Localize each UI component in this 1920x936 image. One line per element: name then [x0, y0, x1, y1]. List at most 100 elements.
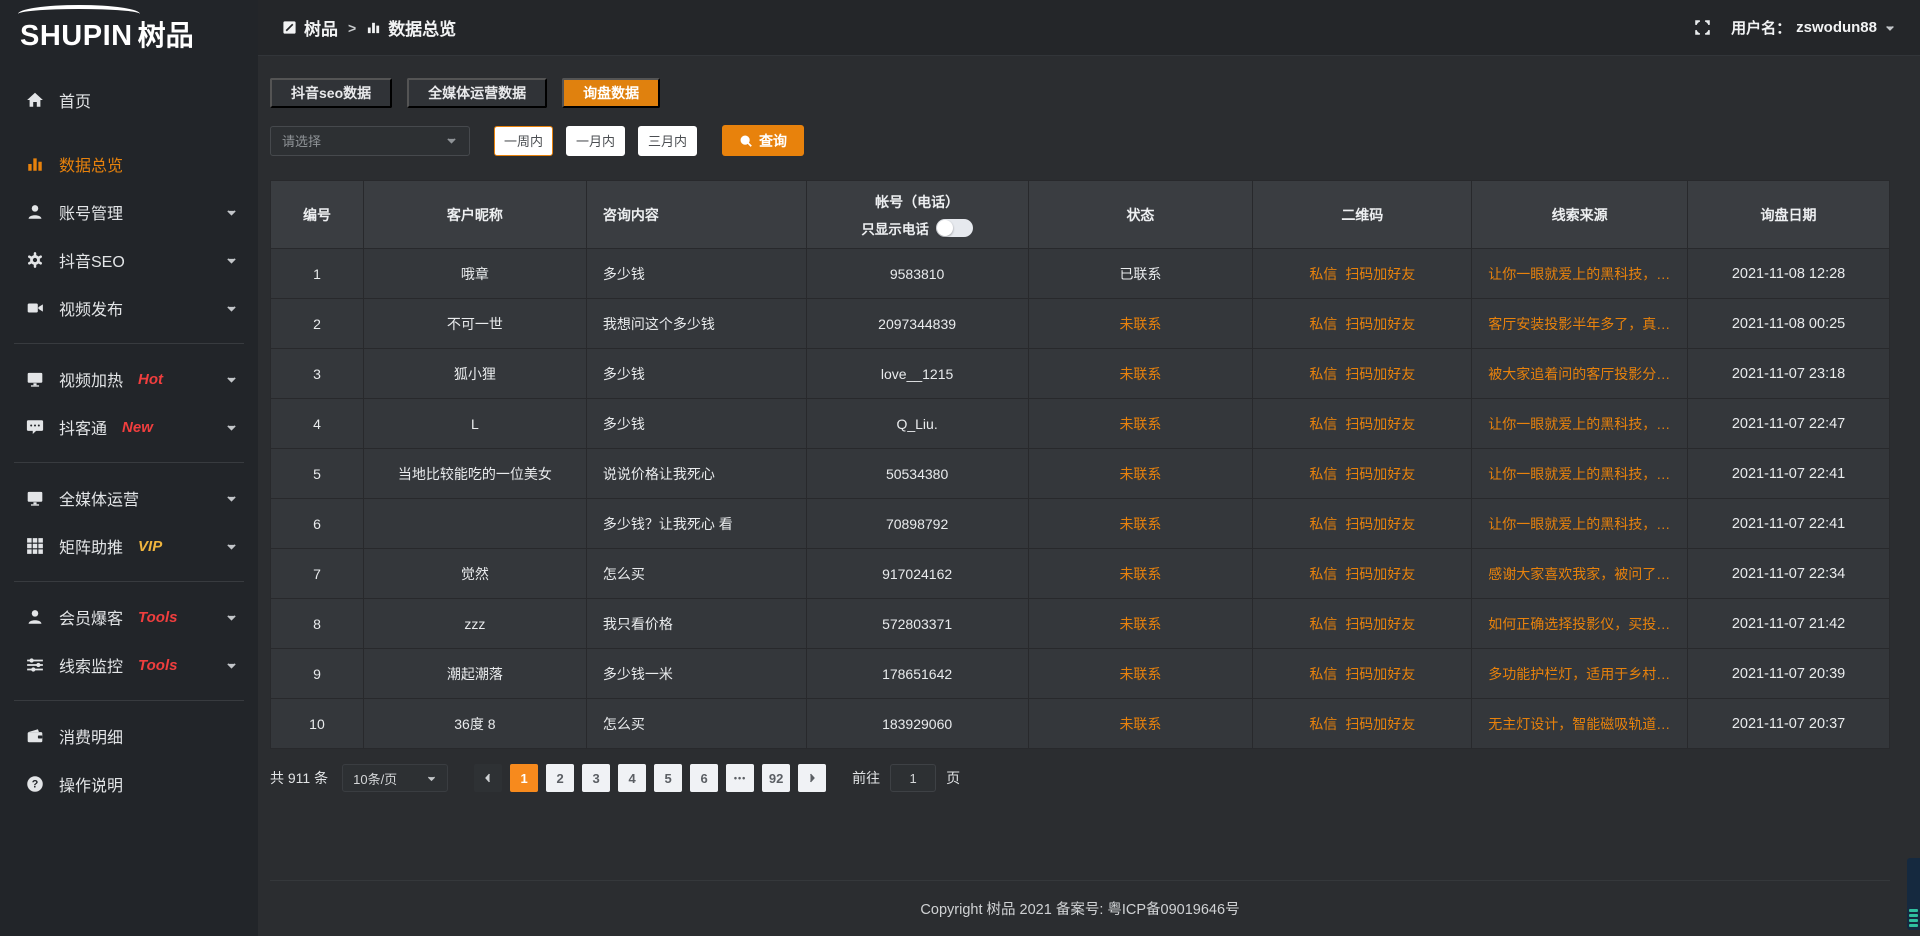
goto-page-input[interactable] — [890, 764, 936, 792]
row-date: 2021-11-07 22:34 — [1688, 549, 1890, 599]
sidebar-item-account-manage[interactable]: 账号管理 — [0, 188, 258, 236]
page-button-2[interactable]: 2 — [546, 764, 574, 792]
row-source-link[interactable]: 多功能护栏灯，适用于乡村文... — [1472, 649, 1688, 699]
qr-scan-add-friend-link[interactable]: 扫码加好友 — [1345, 266, 1415, 282]
row-date: 2021-11-08 12:28 — [1688, 249, 1890, 299]
prev-page-button[interactable] — [474, 764, 502, 792]
qr-scan-add-friend-link[interactable]: 扫码加好友 — [1345, 366, 1415, 382]
qr-private-message-link[interactable]: 私信 — [1309, 566, 1337, 582]
sidebar-item-member-burst[interactable]: 会员爆客Tools — [0, 593, 258, 641]
row-source-link[interactable]: 客厅安装投影半年多了，真实... — [1472, 299, 1688, 349]
query-button[interactable]: 查询 — [722, 125, 804, 156]
sidebar-item-lead-monitor[interactable]: 线索监控Tools — [0, 641, 258, 689]
qr-private-message-link[interactable]: 私信 — [1309, 616, 1337, 632]
row-qr-links: 私信扫码加好友 — [1253, 649, 1472, 699]
qr-scan-add-friend-link[interactable]: 扫码加好友 — [1345, 416, 1415, 432]
user-menu[interactable]: 用户名：zswodun88 — [1731, 17, 1896, 38]
chevron-down-icon — [225, 206, 238, 219]
sidebar-item-label: 账号管理 — [59, 200, 123, 224]
sidebar-item-matrix-boost[interactable]: 矩阵助推VIP — [0, 522, 258, 570]
col-header-account-title: 帐号（电话） — [807, 192, 1028, 212]
wallet-icon — [26, 727, 44, 745]
sidebar-item-video-heat[interactable]: 视频加热Hot — [0, 355, 258, 403]
row-id: 2 — [271, 299, 364, 349]
qr-private-message-link[interactable]: 私信 — [1309, 516, 1337, 532]
range-button-2[interactable]: 三月内 — [638, 126, 697, 156]
row-nickname: 哦章 — [363, 249, 586, 299]
sidebar-item-douketong[interactable]: 抖客通New — [0, 403, 258, 451]
row-nickname: 觉然 — [363, 549, 586, 599]
range-button-0[interactable]: 一周内 — [494, 126, 553, 156]
phone-only-toggle[interactable] — [936, 219, 973, 237]
row-nickname: L — [363, 399, 586, 449]
qr-private-message-link[interactable]: 私信 — [1309, 366, 1337, 382]
svg-text:?: ? — [32, 779, 39, 791]
page-button-1[interactable]: 1 — [510, 764, 538, 792]
row-source-link[interactable]: 如何正确选择投影仪，买投影... — [1472, 599, 1688, 649]
row-source-link[interactable]: 感谢大家喜欢我家，被问了好... — [1472, 549, 1688, 599]
row-source-link[interactable]: 被大家追着问的客厅投影分享... — [1472, 349, 1688, 399]
username-value: zswodun88 — [1796, 19, 1877, 36]
row-source-link[interactable]: 让你一眼就爱上的黑科技，能... — [1472, 249, 1688, 299]
qr-private-message-link[interactable]: 私信 — [1309, 316, 1337, 332]
row-source-link[interactable]: 无主灯设计，智能磁吸轨道灯... — [1472, 699, 1688, 749]
page-button-4[interactable]: 4 — [618, 764, 646, 792]
table-row: 9潮起潮落多少钱一米178651642未联系私信扫码加好友多功能护栏灯，适用于乡… — [271, 649, 1890, 699]
sidebar-item-video-publish[interactable]: 视频发布 — [0, 284, 258, 332]
qr-private-message-link[interactable]: 私信 — [1309, 716, 1337, 732]
video-icon — [26, 299, 44, 317]
row-source-link[interactable]: 让你一眼就爱上的黑科技，能... — [1472, 449, 1688, 499]
filter-select[interactable]: 请选择 — [270, 126, 470, 156]
chevron-down-icon — [225, 659, 238, 672]
more-pages-button[interactable]: ••• — [726, 764, 754, 792]
tab-button-1[interactable]: 全媒体运营数据 — [407, 78, 547, 108]
tab-button-2[interactable]: 询盘数据 — [562, 78, 660, 108]
row-source-link[interactable]: 让你一眼就爱上的黑科技，能... — [1472, 399, 1688, 449]
qr-scan-add-friend-link[interactable]: 扫码加好友 — [1345, 666, 1415, 682]
qr-scan-add-friend-link[interactable]: 扫码加好友 — [1345, 466, 1415, 482]
question-icon: ? — [26, 775, 44, 793]
next-page-button[interactable] — [798, 764, 826, 792]
page-size-select[interactable]: 10条/页 — [342, 764, 448, 792]
row-date: 2021-11-08 00:25 — [1688, 299, 1890, 349]
inquiry-table: 编号 客户昵称 咨询内容 帐号（电话） 只显示电话 状态 二维码 线索来源 — [270, 180, 1890, 749]
qr-scan-add-friend-link[interactable]: 扫码加好友 — [1345, 316, 1415, 332]
qr-private-message-link[interactable]: 私信 — [1309, 466, 1337, 482]
main-area: 树品 > 数据总览 用户名：zswodun88 抖音seo数据全媒体运营数据询盘… — [258, 0, 1920, 936]
qr-scan-add-friend-link[interactable]: 扫码加好友 — [1345, 716, 1415, 732]
sidebar-item-omni-media[interactable]: 全媒体运营 — [0, 474, 258, 522]
sidebar-item-help[interactable]: ?操作说明 — [0, 760, 258, 808]
range-button-1[interactable]: 一月内 — [566, 126, 625, 156]
row-source-link[interactable]: 让你一眼就爱上的黑科技，能... — [1472, 499, 1688, 549]
sidebar-item-home[interactable]: 首页 — [0, 76, 258, 124]
qr-scan-add-friend-link[interactable]: 扫码加好友 — [1345, 516, 1415, 532]
row-account: Q_Liu. — [806, 399, 1028, 449]
row-status: 未联系 — [1028, 299, 1253, 349]
row-account: 50534380 — [806, 449, 1028, 499]
sidebar-item-label: 全媒体运营 — [59, 486, 139, 510]
sidebar-item-label: 会员爆客 — [59, 605, 123, 629]
row-id: 9 — [271, 649, 364, 699]
sidebar-item-consume-detail[interactable]: 消费明细 — [0, 712, 258, 760]
row-id: 8 — [271, 599, 364, 649]
page-button-92[interactable]: 92 — [762, 764, 790, 792]
qr-scan-add-friend-link[interactable]: 扫码加好友 — [1345, 566, 1415, 582]
sidebar-item-data-overview[interactable]: 数据总览 — [0, 140, 258, 188]
qr-private-message-link[interactable]: 私信 — [1309, 266, 1337, 282]
breadcrumb-root[interactable]: 树品 — [304, 15, 338, 40]
fullscreen-icon[interactable] — [1694, 19, 1711, 36]
row-account: 2097344839 — [806, 299, 1028, 349]
tab-button-0[interactable]: 抖音seo数据 — [270, 78, 392, 108]
row-nickname — [363, 499, 586, 549]
monitor-icon — [26, 489, 44, 507]
page-button-3[interactable]: 3 — [582, 764, 610, 792]
page-button-5[interactable]: 5 — [654, 764, 682, 792]
qr-private-message-link[interactable]: 私信 — [1309, 416, 1337, 432]
topbar-right: 用户名：zswodun88 — [1694, 17, 1896, 38]
sidebar-item-douyin-seo[interactable]: 抖音SEO — [0, 236, 258, 284]
qr-private-message-link[interactable]: 私信 — [1309, 666, 1337, 682]
qr-scan-add-friend-link[interactable]: 扫码加好友 — [1345, 616, 1415, 632]
page-button-6[interactable]: 6 — [690, 764, 718, 792]
row-content: 多少钱 — [586, 349, 806, 399]
filter-select-placeholder: 请选择 — [282, 131, 321, 150]
